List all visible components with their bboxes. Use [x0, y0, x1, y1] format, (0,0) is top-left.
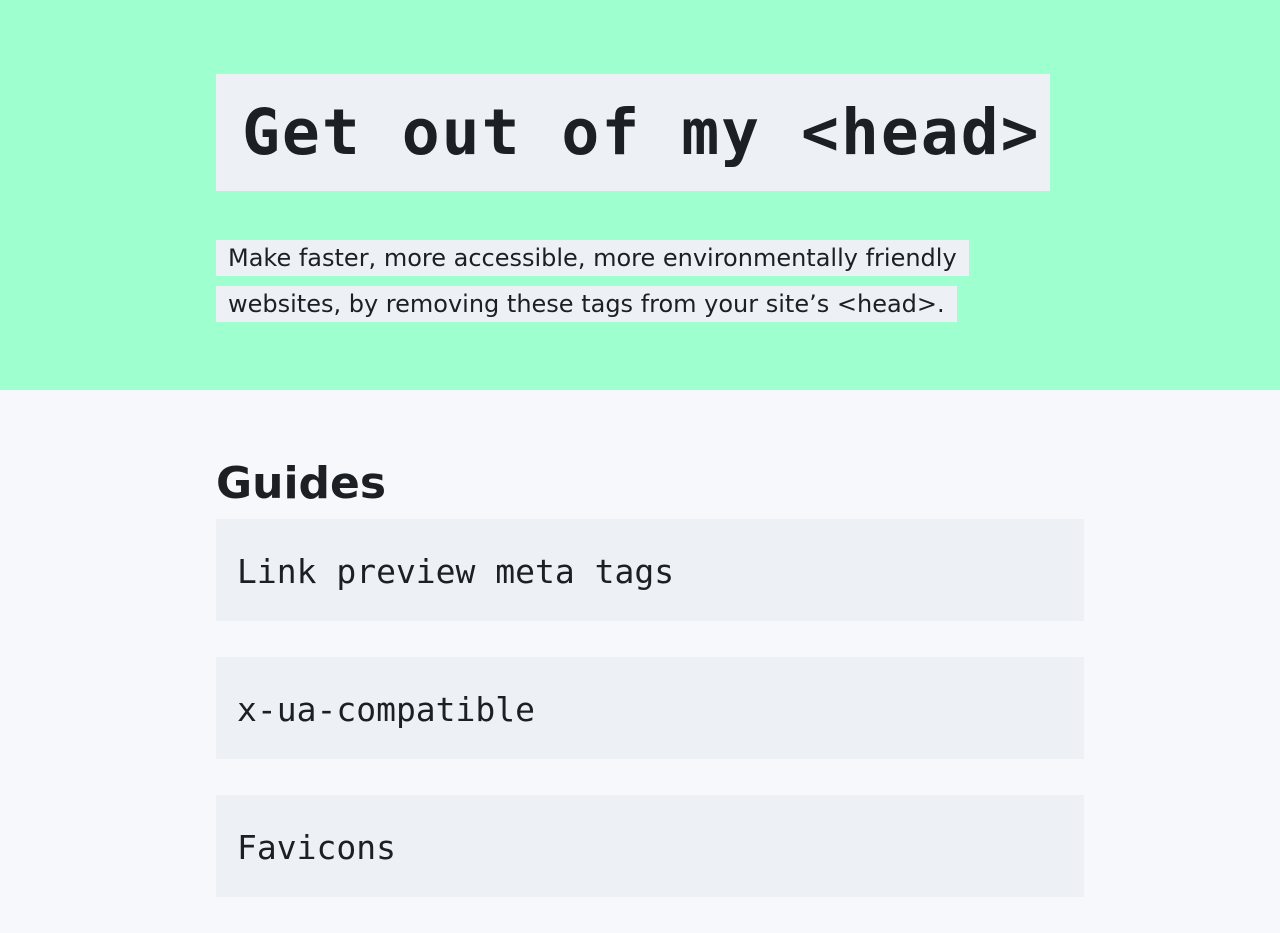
page-subtitle: Make faster, more accessible, more envir… — [216, 235, 1036, 327]
guide-list: Link preview meta tags x-ua-compatible F… — [216, 519, 1084, 933]
page-title: Get out of my <head> — [242, 96, 1041, 169]
guides-heading: Guides — [216, 458, 387, 509]
title-box: Get out of my <head> — [216, 74, 1050, 191]
subtitle-line-2: websites, by removing these tags from yo… — [228, 290, 945, 318]
guide-label: x-ua-compatible — [237, 689, 536, 729]
guide-label: Link preview meta tags — [237, 551, 675, 591]
guide-link-link-preview-meta-tags[interactable]: Link preview meta tags — [216, 519, 1084, 621]
subtitle-line-1: Make faster, more accessible, more envir… — [228, 244, 957, 272]
hero-banner: Get out of my <head> Make faster, more a… — [0, 0, 1280, 390]
guide-label: Favicons — [237, 827, 396, 867]
subtitle-text: Make faster, more accessible, more envir… — [216, 240, 969, 322]
guide-link-favicons[interactable]: Favicons — [216, 795, 1084, 897]
guide-link-x-ua-compatible[interactable]: x-ua-compatible — [216, 657, 1084, 759]
